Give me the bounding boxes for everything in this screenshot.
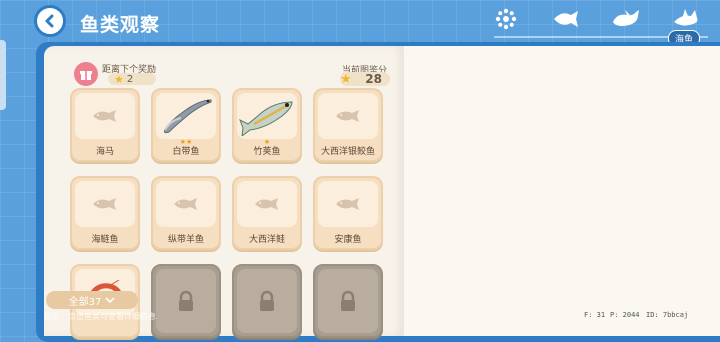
score-value: ★ 28 xyxy=(340,71,390,87)
unknown-fish-icon xyxy=(336,110,359,122)
locked-fish-card[interactable] xyxy=(151,264,221,338)
left-edge-handle xyxy=(0,40,6,110)
fish-card[interactable]: 大西洋鲑 xyxy=(232,176,302,250)
tab-all[interactable] xyxy=(482,2,530,36)
fish-card-image xyxy=(156,181,216,227)
unknown-fish-icon xyxy=(93,198,116,210)
fish-card-name: 白带鱼 xyxy=(172,147,200,157)
tab-mammal[interactable] xyxy=(602,2,650,36)
fish-card[interactable]: ★ 竹荚鱼 xyxy=(232,88,302,162)
right-page xyxy=(404,46,720,336)
back-button[interactable] xyxy=(34,5,66,37)
chevron-down-icon xyxy=(105,297,115,303)
fish-card-image xyxy=(75,181,135,227)
whale-icon xyxy=(613,10,639,26)
unknown-fish-icon xyxy=(174,198,197,210)
fish-card[interactable]: ★★ 白带鱼 xyxy=(151,88,221,162)
debug-f: F: 31 xyxy=(584,311,606,319)
dots-icon xyxy=(495,8,517,30)
unknown-fish-icon xyxy=(336,198,359,210)
fish-card-image xyxy=(237,93,297,139)
gift-icon[interactable] xyxy=(74,62,98,86)
fish-card-name: 安康鱼 xyxy=(334,235,362,245)
ribbonfish-icon xyxy=(164,99,212,134)
debug-id: ID: 7bbcaj xyxy=(646,311,689,319)
tab-freshwater[interactable] xyxy=(542,2,590,36)
unknown-fish-icon xyxy=(93,110,116,122)
page-title: 鱼类观察 xyxy=(80,14,161,36)
horse-mackerel-icon xyxy=(239,101,293,136)
star-icon: ★ xyxy=(340,71,352,87)
fish-card[interactable]: 海马 xyxy=(70,88,140,162)
lock-icon xyxy=(260,290,274,311)
fish-card[interactable]: 海鲢鱼 xyxy=(70,176,140,250)
reward-value: ★ 2 xyxy=(108,72,156,86)
fish-card-image xyxy=(237,269,297,333)
fish-card-image xyxy=(156,269,216,333)
lock-icon xyxy=(179,290,193,311)
locked-fish-card[interactable] xyxy=(313,264,383,338)
debug-p: P: 2044 xyxy=(610,311,640,319)
unknown-fish-icon xyxy=(255,198,278,210)
hint-text: 提示：点击鱼类可查看详细信息 xyxy=(44,312,156,321)
fish-card-name: 海马 xyxy=(95,147,114,157)
fish-card-name: 纵带羊鱼 xyxy=(167,235,204,245)
shark-icon xyxy=(674,9,698,26)
fish-card-image xyxy=(156,93,216,139)
fish-card[interactable]: 纵带羊鱼 xyxy=(151,176,221,250)
fish-card[interactable]: 安康鱼 xyxy=(313,176,383,250)
fish-card-name: 海鲢鱼 xyxy=(91,235,119,245)
fish-card-name: 大西洋银鲛鱼 xyxy=(320,147,375,157)
fish-card-image xyxy=(318,269,378,333)
fish-card-name: 竹荚鱼 xyxy=(253,147,281,157)
fish-card-name: 大西洋鲑 xyxy=(248,235,285,245)
fish-icon xyxy=(554,11,578,27)
back-arrow-icon xyxy=(45,14,54,28)
fish-card-image xyxy=(318,93,378,139)
fish-card-image xyxy=(75,93,135,139)
star-icon: ★ xyxy=(114,72,124,86)
lock-icon xyxy=(341,290,355,311)
fish-card[interactable]: 大西洋银鲛鱼 xyxy=(313,88,383,162)
fish-card-image xyxy=(318,181,378,227)
locked-fish-card[interactable] xyxy=(232,264,302,338)
filter-dropdown[interactable]: 全部37 xyxy=(46,291,138,309)
fish-card-image xyxy=(237,181,297,227)
